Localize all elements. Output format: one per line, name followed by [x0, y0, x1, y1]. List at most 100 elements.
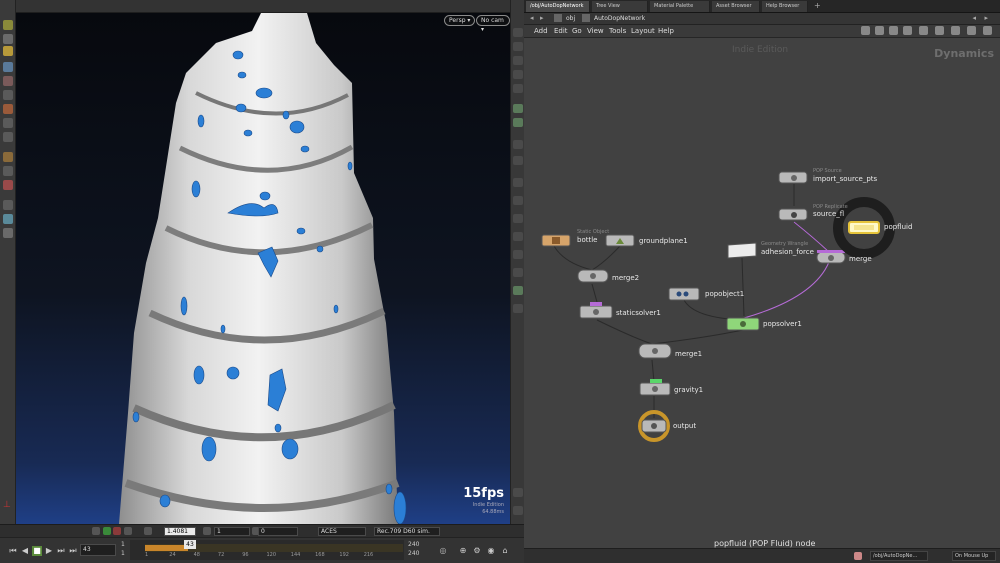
node-merge2[interactable] — [577, 269, 609, 283]
tab-material-palette[interactable]: Material Palette — [650, 1, 710, 12]
stop-icon[interactable]: ■ — [32, 546, 42, 556]
start-frame-2[interactable]: 1 — [121, 550, 125, 557]
display-option-icon[interactable] — [513, 214, 523, 223]
green-icon[interactable] — [103, 527, 111, 535]
status-path[interactable]: /obj/AutoDopNe... — [870, 551, 928, 561]
handle-tool-icon[interactable] — [3, 76, 13, 86]
display-option-icon[interactable] — [513, 286, 523, 295]
menu-add[interactable]: Add — [534, 27, 548, 35]
current-frame-field[interactable]: 43 — [80, 544, 116, 556]
tool-icon[interactable] — [861, 26, 870, 35]
display-option-icon[interactable] — [513, 84, 523, 93]
display-option-icon[interactable] — [513, 488, 523, 497]
start-frame[interactable]: 1 — [121, 541, 125, 548]
add-tab-icon[interactable]: + — [814, 1, 821, 10]
display-option-icon[interactable] — [513, 506, 523, 515]
jump-start-icon[interactable]: ⏮ — [8, 546, 18, 556]
scope-icon[interactable]: ⌂ — [500, 546, 510, 556]
menu-go[interactable]: Go — [572, 27, 582, 35]
auto-key-icon[interactable]: ◉ — [486, 546, 496, 556]
link-icon[interactable]: ▸ — [984, 14, 988, 22]
camera-dropdown[interactable]: No cam ▾ — [476, 15, 510, 33]
node-staticsolver[interactable] — [579, 302, 613, 319]
display-transform-dropdown[interactable]: Rec.709 D60 sim. — [374, 527, 440, 536]
display-option-icon[interactable] — [513, 232, 523, 241]
display-option-icon[interactable] — [513, 118, 523, 127]
tool-icon[interactable] — [889, 26, 898, 35]
display-option-icon[interactable] — [513, 196, 523, 205]
menu-layout[interactable]: Layout — [631, 27, 655, 35]
disk-tool-icon[interactable] — [3, 228, 13, 238]
view-dropdown[interactable]: Persp ▾ — [444, 15, 476, 26]
display-option-icon[interactable] — [513, 70, 523, 79]
display-option-icon[interactable] — [513, 304, 523, 313]
scene-viewport[interactable]: Persp ▾ No cam ▾ 15fps Indie Edition 64.… — [16, 13, 510, 524]
node-bottle[interactable] — [541, 234, 571, 247]
display-option-icon[interactable] — [513, 140, 523, 149]
rotate-tool-icon[interactable] — [3, 46, 13, 56]
tab-help-browser[interactable]: Help Browser — [762, 1, 808, 12]
render-tool-icon[interactable] — [3, 118, 13, 128]
node-groundplane[interactable] — [605, 234, 635, 247]
menu-view[interactable]: View — [587, 27, 604, 35]
brush-tool-icon[interactable] — [3, 104, 13, 114]
node-merge1[interactable] — [638, 343, 672, 359]
region-icon[interactable] — [124, 527, 132, 535]
offset-field[interactable]: 0 — [258, 527, 298, 536]
settings-icon[interactable]: ⚙ — [472, 546, 482, 556]
tool-icon[interactable] — [967, 26, 976, 35]
node-gravity[interactable] — [639, 379, 671, 396]
sphere-tool-icon[interactable] — [3, 214, 13, 224]
zoom-field[interactable]: 1.4081 — [164, 527, 196, 536]
magnet-tool-icon[interactable] — [3, 180, 13, 190]
snap-tool-icon[interactable] — [3, 132, 13, 142]
end-frame[interactable]: 240 — [408, 541, 419, 548]
display-tool-icon[interactable] — [3, 200, 13, 210]
menu-tools[interactable]: Tools — [609, 27, 626, 35]
display-option-icon[interactable] — [513, 156, 523, 165]
red-icon[interactable] — [113, 527, 121, 535]
display-option-icon[interactable] — [513, 56, 523, 65]
timeline-playhead[interactable]: 43 — [184, 540, 196, 549]
tab-autodopnetwork[interactable]: /obj/AutoDopNetwork — [526, 1, 590, 12]
pose-tool-icon[interactable] — [3, 62, 13, 72]
tab-asset-browser[interactable]: Asset Browser — [712, 1, 760, 12]
step-field[interactable]: 1 — [214, 527, 250, 536]
node-popsolver[interactable] — [726, 317, 760, 331]
end-frame-2[interactable]: 240 — [408, 550, 419, 557]
path-obj[interactable]: obj — [566, 15, 575, 22]
color-space-dropdown[interactable]: ACES — [318, 527, 366, 536]
tool-icon[interactable] — [935, 26, 944, 35]
view-tool-icon[interactable] — [3, 90, 13, 100]
tab-tree-view[interactable]: Tree View — [592, 1, 648, 12]
display-option-icon[interactable] — [513, 104, 523, 113]
display-option-icon[interactable] — [513, 42, 523, 51]
jump-end-icon[interactable]: ⏭ — [68, 546, 78, 556]
play-forward-icon[interactable]: ▶ — [44, 546, 54, 556]
network-editor[interactable]: Indie Edition Dynamics POP Source import… — [524, 38, 1000, 548]
node-source-replicate[interactable] — [778, 208, 808, 221]
tool-icon[interactable] — [875, 26, 884, 35]
step-forward-icon[interactable]: ⏭ — [56, 546, 66, 556]
timeline[interactable]: 1 24 48 72 96 120 144 168 192 216 43 — [130, 540, 404, 560]
tool-icon[interactable] — [919, 26, 928, 35]
camera-tool-icon[interactable] — [3, 166, 13, 176]
display-option-icon[interactable] — [513, 28, 523, 37]
node-merge-top[interactable] — [816, 250, 846, 264]
tool-icon[interactable] — [983, 26, 992, 35]
menu-edit[interactable]: Edit — [554, 27, 568, 35]
cook-mode-dropdown[interactable]: On Mouse Up — [952, 551, 996, 561]
audio-icon[interactable]: ◎ — [436, 546, 450, 556]
step-icon[interactable] — [203, 527, 211, 535]
display-option-icon[interactable] — [513, 250, 523, 259]
back-icon[interactable]: ◂ — [530, 14, 534, 22]
tool-icon[interactable] — [951, 26, 960, 35]
node-adhesion-force[interactable] — [727, 242, 757, 259]
node-popobject[interactable] — [668, 287, 700, 301]
play-backward-icon[interactable]: ◀ — [20, 546, 30, 556]
snapshot-icon[interactable] — [92, 527, 100, 535]
node-import-source[interactable] — [778, 171, 808, 184]
move-tool-icon[interactable] — [3, 34, 13, 44]
zoom-icon[interactable] — [144, 527, 152, 535]
forward-icon[interactable]: ▸ — [540, 14, 544, 22]
